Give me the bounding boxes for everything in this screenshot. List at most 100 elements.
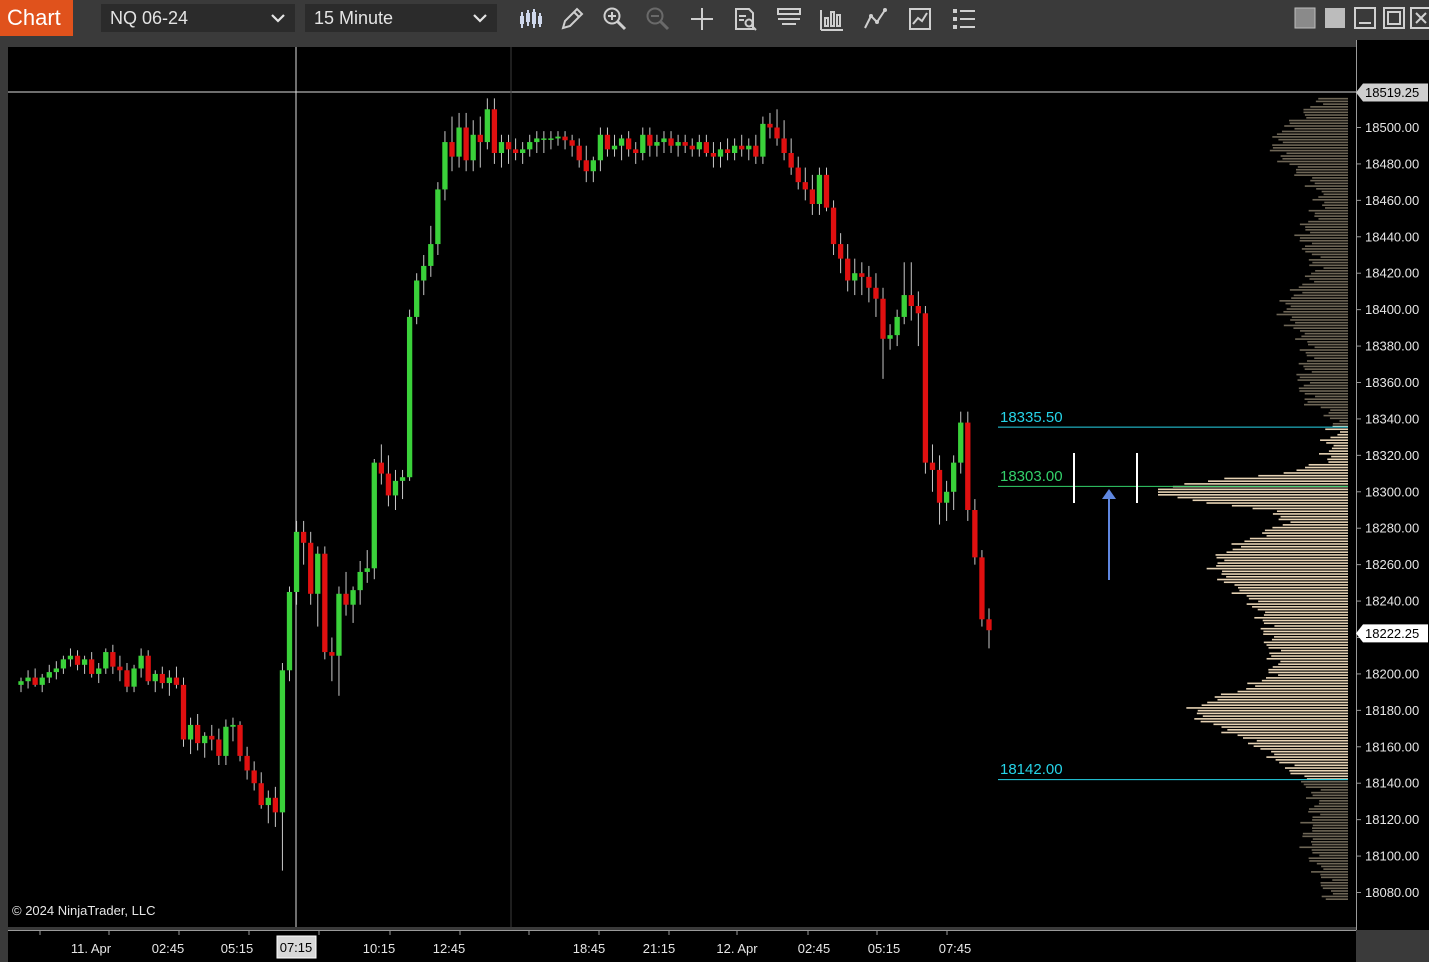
minimize-icon[interactable] [1354, 7, 1376, 29]
candle-body [668, 138, 674, 146]
profile-bar [1307, 341, 1348, 343]
candle-body [781, 138, 787, 153]
price-tick-label: 18080.00 [1365, 885, 1419, 900]
candle-body [406, 316, 413, 478]
candle-body [548, 138, 554, 140]
profile-bar [1289, 163, 1348, 166]
candle-body [293, 531, 300, 592]
profile-bar [1305, 466, 1348, 469]
profile-bar [1314, 215, 1348, 217]
templates-icon[interactable] [907, 6, 933, 32]
profile-bar [1300, 330, 1348, 332]
profile-bar [1312, 830, 1348, 832]
candle-body [350, 590, 356, 605]
zoom-in-icon[interactable] [602, 6, 628, 32]
price-axis[interactable]: 18500.00 18480.00 18460.00 18440.00 18420.00… [1356, 40, 1429, 930]
candle-body [534, 138, 540, 143]
profile-bar [1299, 349, 1348, 351]
maximize-icon[interactable] [1383, 7, 1405, 29]
profile-bar [1306, 797, 1348, 799]
data-box-icon[interactable] [732, 6, 758, 32]
profile-bar [1274, 625, 1348, 627]
time-axis[interactable]: 11. Apr 02:45 05:15 10:15 12:45 18:45 21:15 12.… [8, 930, 1356, 962]
profile-bar [1221, 573, 1348, 575]
profile-bar [1261, 679, 1348, 682]
value-area-low-label: 18142.00 [1000, 761, 1063, 778]
profile-bar [1321, 190, 1348, 193]
profile-bar [1321, 865, 1348, 868]
candle-body [555, 136, 561, 139]
time-tick-label: 02:45 [152, 941, 185, 956]
profile-bar [1297, 166, 1348, 168]
candle-body [308, 542, 314, 594]
profile-bar [1274, 636, 1348, 638]
time-tick-label: 02:45 [798, 941, 831, 956]
candle-body [618, 138, 625, 146]
profile-bar [1158, 494, 1348, 496]
price-tick-label: 18400.00 [1365, 302, 1419, 317]
profile-bar [1323, 267, 1348, 269]
candle-body [915, 306, 921, 314]
chart-panel[interactable]: 18335.50 18303.00 18142.00 [8, 47, 1356, 927]
profile-bar [1322, 887, 1348, 890]
profile-bar [1217, 698, 1348, 701]
profile-bar [1337, 433, 1348, 436]
profile-bar [1320, 873, 1348, 876]
profile-bar [1194, 718, 1348, 720]
price-tick-label: 18100.00 [1365, 849, 1419, 864]
candle-body [244, 755, 250, 771]
close-icon[interactable] [1410, 7, 1429, 29]
profile-bar [1304, 403, 1348, 406]
profile-bar [1269, 652, 1348, 655]
poc-label: 18303.00 [1000, 468, 1063, 485]
candle-body [823, 174, 830, 208]
candle-body [230, 724, 236, 727]
candle-body [378, 462, 384, 474]
profile-bar [1200, 720, 1348, 723]
profile-bar [1242, 737, 1348, 739]
candle-body [470, 134, 476, 161]
profile-bar [1237, 734, 1348, 737]
profile-bar [1302, 832, 1348, 835]
profile-bar [1232, 548, 1348, 551]
profile-bar [1295, 168, 1348, 171]
profile-bar [1246, 595, 1348, 597]
profile-bar [1237, 690, 1348, 693]
profile-bar [1299, 376, 1348, 379]
interval-selector[interactable]: 15 Minute [305, 4, 497, 32]
chevron-down-icon [271, 14, 285, 23]
candle-body [569, 140, 575, 146]
properties-menu-icon[interactable] [951, 6, 977, 32]
candle-body [322, 553, 328, 653]
tile-left-icon[interactable] [1294, 7, 1316, 29]
draw-pencil-icon[interactable] [559, 6, 585, 32]
candle-body [67, 655, 74, 660]
indicators-icon[interactable] [819, 6, 845, 32]
profile-bar [1197, 709, 1348, 712]
instrument-selector[interactable]: NQ 06-24 [101, 4, 295, 32]
strategies-icon[interactable] [863, 6, 889, 32]
candle-body [809, 189, 816, 204]
bars-type-icon[interactable] [517, 6, 543, 32]
profile-bar [1282, 524, 1348, 526]
profile-bar [1311, 371, 1348, 373]
profile-bar [1312, 816, 1348, 819]
price-tick-label: 18440.00 [1365, 229, 1419, 244]
crosshair-icon[interactable] [689, 6, 715, 32]
candle-body [908, 295, 914, 306]
profile-bar [1325, 898, 1348, 900]
profile-bar [1331, 447, 1348, 450]
profile-bar [1231, 592, 1348, 594]
tile-right-icon[interactable] [1324, 7, 1346, 29]
profile-bar [1340, 431, 1348, 433]
profile-bar [1330, 409, 1348, 411]
profile-bar [1186, 707, 1348, 709]
price-tick-label: 18300.00 [1365, 484, 1419, 499]
zoom-out-icon[interactable] [645, 6, 671, 32]
chart-trader-icon[interactable] [776, 6, 802, 32]
price-plot[interactable]: 18335.50 18303.00 18142.00 [8, 47, 1356, 927]
candle-body [124, 670, 130, 687]
profile-bar [1258, 474, 1348, 477]
profile-bar [1224, 477, 1348, 480]
profile-bar [1271, 750, 1348, 753]
